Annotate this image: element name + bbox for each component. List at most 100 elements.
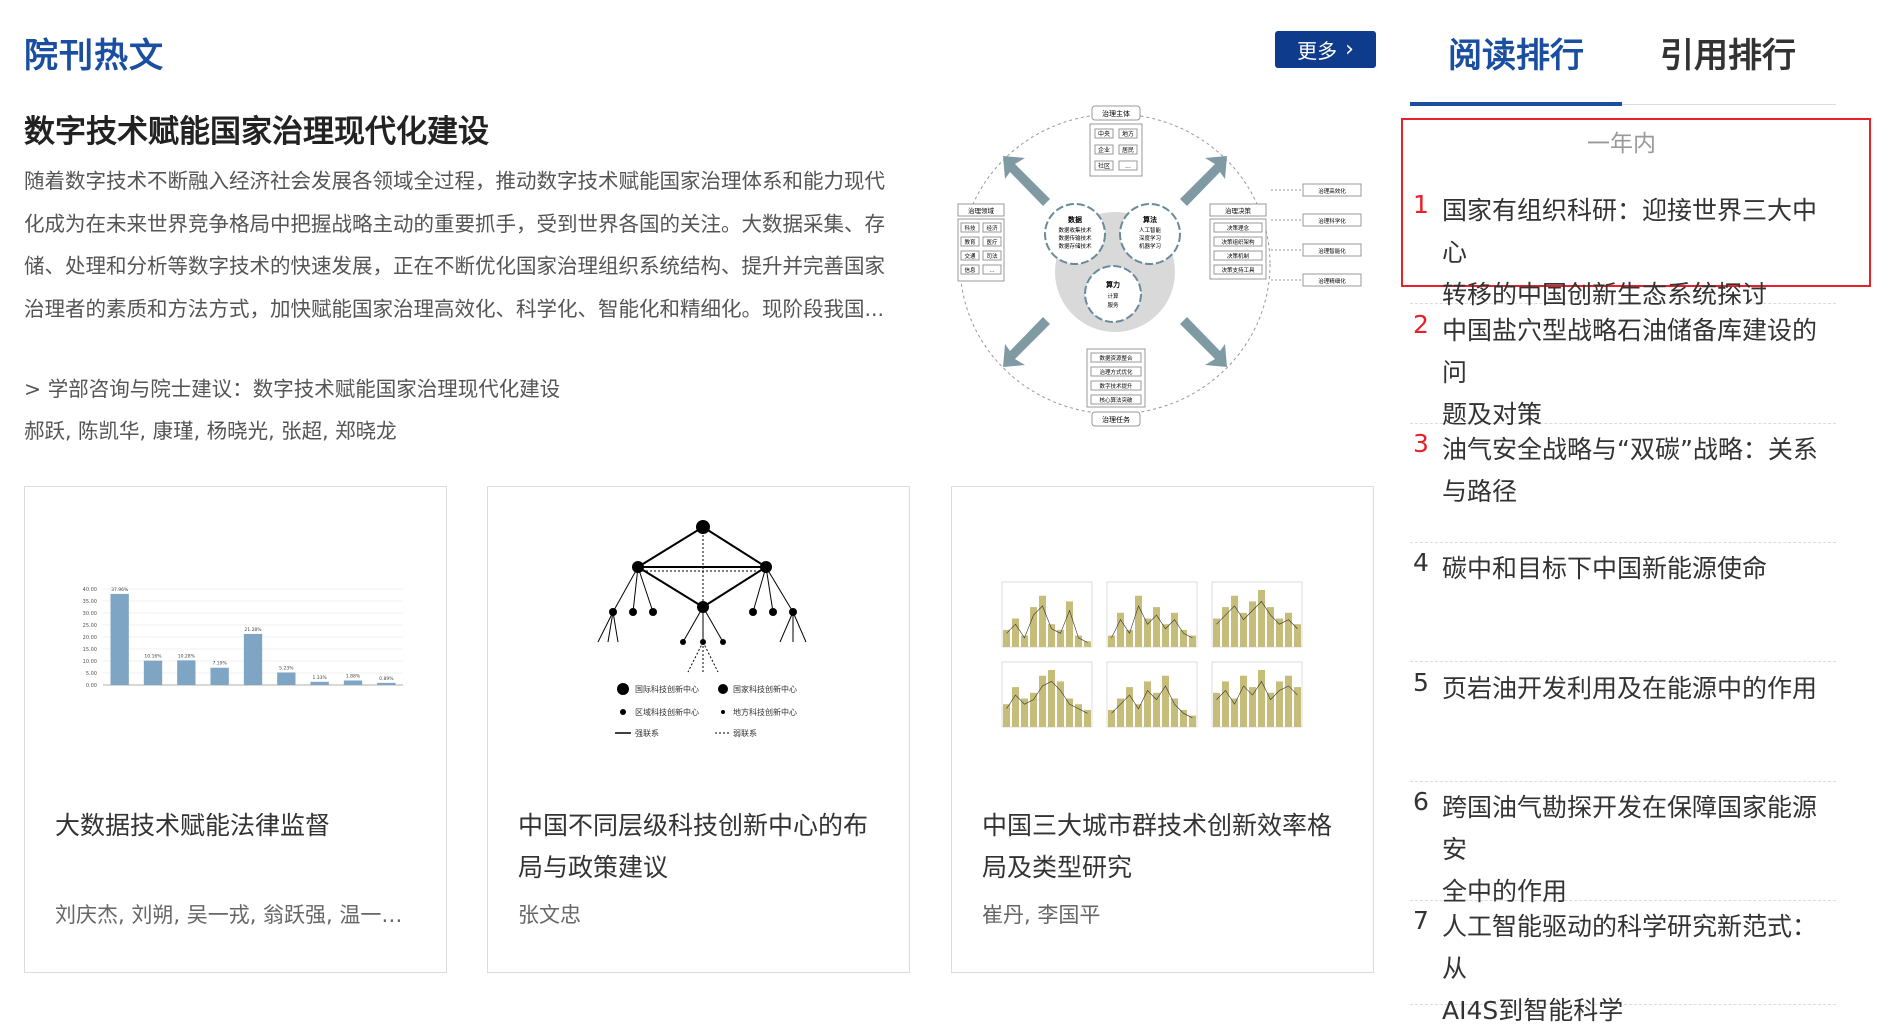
legend-item: 弱联系 <box>733 728 757 738</box>
y-tick-label: 0.00 <box>86 683 97 689</box>
histogram-bar <box>1258 590 1265 647</box>
card-title: 中国不同层级科技创新中心的布 局与政策建议 <box>518 805 878 889</box>
figure-bottom-item: 核心算法突破 <box>1099 396 1133 404</box>
more-label: 更多 <box>1297 39 1338 63</box>
gear-item: 服务 <box>1107 301 1119 309</box>
card-title: 大数据技术赋能法律监督 <box>55 805 415 847</box>
histogram-bar <box>1213 692 1220 727</box>
histogram-bar <box>1084 709 1091 727</box>
bar <box>243 633 263 685</box>
ranking-title: 人工智能驱动的科学研究新范式：从 AI4S到智能科学 <box>1442 906 1834 1032</box>
gear-item: 计算 <box>1107 292 1119 300</box>
figure-bottom-item: 治理方式优化 <box>1099 368 1133 376</box>
ranking-item[interactable]: 6 跨国油气勘探开发在保障国家能源安 全中的作用 <box>1410 781 1836 906</box>
featured-figure[interactable]: 治理主体 中央 地方 企业 居民 社区 ... 治理领域 科技 经济 教育 医疗… <box>955 104 1375 429</box>
featured-authors: 郝跃, 陈凯华, 康瑾, 杨晓光, 张超, 郑晓龙 <box>24 419 397 443</box>
card-title-line: 局及类型研究 <box>982 853 1133 882</box>
histogram-bar <box>1294 687 1301 727</box>
ranking-item[interactable]: 7 人工智能驱动的科学研究新范式：从 AI4S到智能科学 <box>1410 900 1836 1025</box>
figure-top-item: 居民 <box>1122 147 1134 154</box>
ranking-item[interactable]: 4 碳中和目标下中国新能源使命 <box>1410 542 1836 662</box>
histogram-bar <box>1285 612 1292 647</box>
ranking-item[interactable]: 1 国家有组织科研：迎接世界三大中心 转移的中国创新生态系统探讨 <box>1410 184 1836 309</box>
card-thumbnail-network: 国际科技创新中心 国家科技创新中心 区域科技创新中心 地方科技创新中心 强联系 … <box>597 520 807 738</box>
ranking-title-line: 人工智能驱动的科学研究新范式：从 <box>1442 912 1818 983</box>
ranking-title-line: 中国盐穴型战略石油储备库建设的问 <box>1442 316 1818 387</box>
ranking-item[interactable]: 5 页岩油开发利用及在能源中的作用 <box>1410 662 1836 782</box>
histogram-bar <box>1039 675 1046 727</box>
histogram-grid <box>1001 581 1303 728</box>
histogram-bar <box>1126 687 1133 727</box>
legend-item: 区域科技创新中心 <box>635 707 699 717</box>
histogram-bar <box>1135 704 1142 727</box>
histogram-bar <box>1144 618 1151 647</box>
figure-left-item: 科技 <box>964 224 976 232</box>
y-tick-label: 40.00 <box>83 587 97 593</box>
article-card[interactable]: 国际科技创新中心 国家科技创新中心 区域科技创新中心 地方科技创新中心 强联系 … <box>487 486 910 973</box>
tab-cite-ranking[interactable]: 引用排行 <box>1660 28 1796 77</box>
gear-data: 数据 数据收集技术 数据传输技术 数据存储技术 <box>1044 203 1106 265</box>
more-button[interactable]: 更多 › <box>1275 31 1376 68</box>
card-thumbnail-bar-chart: 40.00 35.00 30.00 25.00 20.00 15.00 10.00 5.00 0… <box>83 587 403 689</box>
ranking-title: 页岩油开发利用及在能源中的作用 <box>1442 668 1834 710</box>
figure-outcome: 治理科学化 <box>1318 217 1346 225</box>
bar <box>110 593 129 685</box>
ranking-title: 跨国油气勘探开发在保障国家能源安 全中的作用 <box>1442 787 1834 913</box>
gear-item: 数据存储技术 <box>1058 242 1092 250</box>
histogram-bar <box>1231 698 1238 727</box>
card-title-line: 局与政策建议 <box>518 853 669 882</box>
figure-right-item: 决策机制 <box>1227 252 1250 260</box>
card-title-line: 中国不同层级科技创新中心的布 <box>518 811 869 840</box>
ranking-item[interactable]: 2 中国盐穴型战略石油储备库建设的问 题及对策 <box>1410 304 1836 429</box>
featured-article-title[interactable]: 数字技术赋能国家治理现代化建设 <box>24 106 489 151</box>
article-card[interactable]: 中国三大城市群技术创新效率格 局及类型研究 崔丹, 李国平 <box>951 486 1374 973</box>
y-tick-label: 30.00 <box>83 611 97 617</box>
figure-top-item: 地方 <box>1122 130 1134 138</box>
figure-outcome: 治理智能化 <box>1318 247 1346 255</box>
network-legend: 国际科技创新中心 国家科技创新中心 区域科技创新中心 地方科技创新中心 强联系 … <box>615 683 797 738</box>
histogram-bar <box>1267 692 1274 727</box>
figure-top-label: 治理主体 <box>1102 109 1130 118</box>
figure-left-item: 教育 <box>964 238 976 246</box>
figure-outcome: 治理高效化 <box>1318 187 1346 195</box>
ranking-title-line: 跨国油气勘探开发在保障国家能源安 <box>1442 793 1818 864</box>
figure-outcome: 治理精细化 <box>1318 277 1346 285</box>
bar <box>343 680 363 685</box>
y-tick-label: 35.00 <box>83 599 97 605</box>
ranking-item[interactable]: 3 油气安全战略与“双碳”战略：关系 与路径 <box>1410 423 1836 543</box>
histogram-bar <box>1117 698 1124 727</box>
histogram-bar <box>1189 715 1196 727</box>
gear-compute: 算力 计算 服务 <box>1084 265 1142 323</box>
figure-right-item: 决策支持工具 <box>1221 266 1255 274</box>
y-tick-label: 5.00 <box>86 671 97 677</box>
histogram-bar <box>1222 607 1229 647</box>
ranking-title: 碳中和目标下中国新能源使命 <box>1442 548 1834 590</box>
figure-left-item: 经济 <box>986 224 998 232</box>
ranking-number: 6 <box>1413 787 1429 816</box>
histogram-bar <box>1144 681 1151 727</box>
histogram-bar <box>1153 692 1160 727</box>
gear-item: 深度学习 <box>1139 234 1161 242</box>
article-card[interactable]: 40.00 35.00 30.00 25.00 20.00 15.00 10.00 5.00 0… <box>24 486 447 973</box>
histogram-bar <box>1117 612 1124 647</box>
ranking-number: 7 <box>1413 906 1429 935</box>
network-diagram <box>597 526 807 673</box>
tab-read-ranking[interactable]: 阅读排行 <box>1448 28 1584 77</box>
histogram-bar <box>1012 618 1019 647</box>
gear-label: 数据 <box>1068 215 1082 224</box>
y-tick-label: 20.00 <box>83 635 97 641</box>
figure-bottom-item: 数字技术提升 <box>1099 382 1133 390</box>
featured-abstract: 随着数字技术不断融入经济社会发展各领域全过程，推动数字技术赋能国家治理体系和能力… <box>24 160 924 330</box>
histogram-bar <box>1153 607 1160 647</box>
featured-source-link[interactable]: > 学部咨询与院士建议：数字技术赋能国家治理现代化建设 <box>24 372 560 402</box>
histogram-bar <box>1267 607 1274 647</box>
gear-item: 数据收集技术 <box>1058 226 1092 234</box>
bar-value-label: 1.88% <box>346 673 361 679</box>
histogram-bar <box>1171 698 1178 727</box>
legend-item: 国际科技创新中心 <box>635 684 699 694</box>
histogram-bar <box>1189 635 1196 647</box>
histogram-bar <box>1162 624 1169 647</box>
figure-bottom-item: 数据资源整合 <box>1099 354 1133 362</box>
figure-top-item: ... <box>1125 163 1131 170</box>
bar-value-label: 1.33% <box>313 675 328 681</box>
